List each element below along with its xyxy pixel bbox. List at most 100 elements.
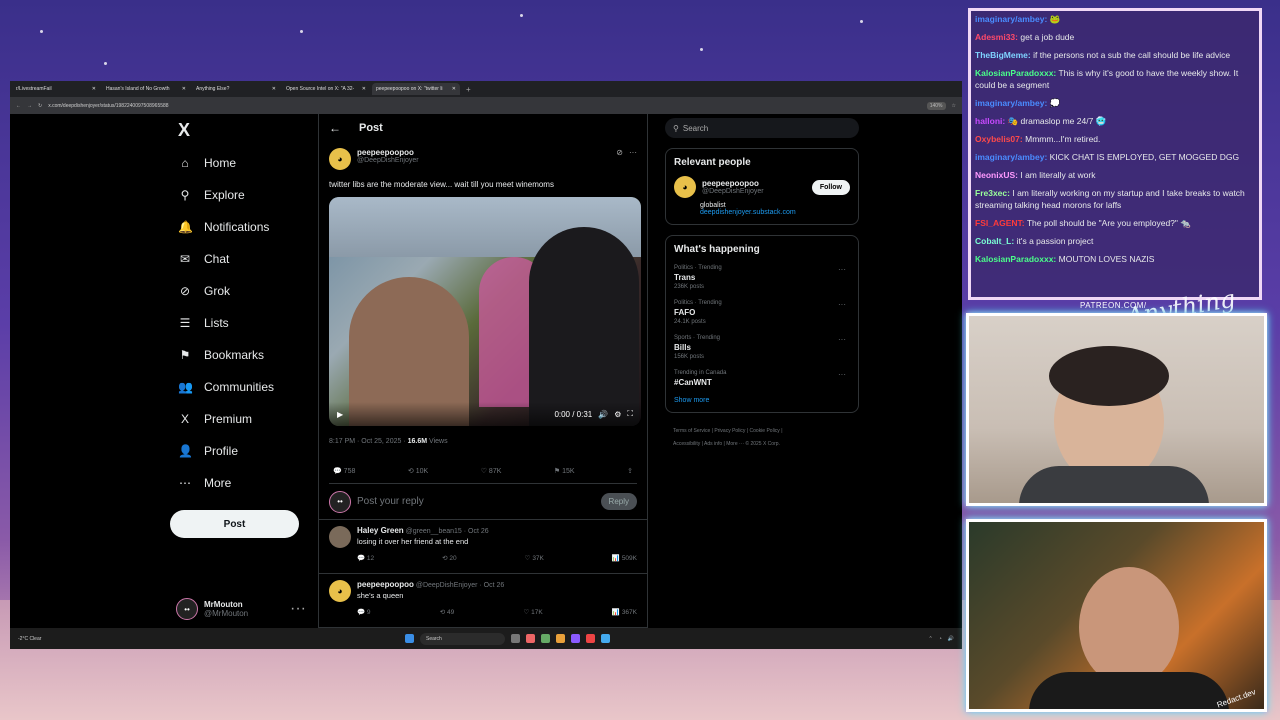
browser-tab[interactable]: Open Source Intel on X: "A 32- ✕ (282, 83, 370, 95)
chat-username[interactable]: KalosianParadoxxx: (975, 254, 1056, 264)
close-icon[interactable]: ✕ (182, 86, 186, 92)
nav-explore[interactable]: ⚲ Explore (178, 184, 245, 206)
tweet-author-name[interactable]: peepeepoopoo (357, 148, 419, 157)
chat-username[interactable]: KalosianParadoxxx: (975, 68, 1056, 78)
nav-profile[interactable]: 👤 Profile (178, 440, 238, 462)
chat-username[interactable]: imaginary/ambey: (975, 152, 1047, 162)
reply-input[interactable]: Post your reply (357, 496, 595, 507)
browser-tab[interactable]: Anything Else? ✕ (192, 83, 280, 95)
app-icon[interactable] (541, 634, 550, 643)
avatar[interactable]: ◕ (674, 176, 696, 198)
repost-action[interactable]: ⟲ 49 (440, 608, 455, 616)
file-explorer-icon[interactable] (556, 634, 565, 643)
nav-lists[interactable]: ☰ Lists (178, 312, 229, 334)
reload-icon[interactable]: ↻ (38, 103, 42, 109)
new-tab-icon[interactable]: + (466, 85, 471, 94)
app-icon[interactable] (601, 634, 610, 643)
reply-action[interactable]: 💬 9 (357, 608, 371, 616)
app-icon[interactable] (586, 634, 595, 643)
volume-icon[interactable]: 🔊 (598, 410, 608, 419)
nav-notifications[interactable]: 🔔 Notifications (178, 216, 269, 238)
url-field[interactable]: x.com/deepdishenjoyer/status/19822400975… (48, 103, 921, 109)
more-icon[interactable]: ··· (290, 600, 306, 618)
nav-grok[interactable]: ⊘ Grok (178, 280, 230, 302)
views-action[interactable]: 📊 509K (612, 554, 637, 562)
chat-username[interactable]: Cobalt_L: (975, 236, 1014, 246)
bookmark-action[interactable]: ⚑ 15K (554, 467, 575, 475)
taskbar-search[interactable]: Search (420, 632, 505, 645)
forward-icon[interactable]: → (27, 103, 32, 109)
browser-tab[interactable]: r/LivestreamFail ✕ (12, 83, 100, 95)
like-action[interactable]: ♡ 17K (523, 608, 542, 616)
browser-tab[interactable]: Hasan's Island of No Growth ✕ (102, 83, 190, 95)
play-icon[interactable]: ▶ (337, 410, 343, 419)
account-switcher[interactable]: •• MrMouton @MrMouton ··· (176, 596, 306, 622)
settings-icon[interactable]: ⚙ (614, 410, 621, 419)
repost-action[interactable]: ⟲ 10K (408, 467, 428, 475)
volume-icon[interactable]: 🔊 (948, 636, 954, 642)
back-icon[interactable]: ← (16, 103, 21, 109)
avatar[interactable]: ◕ (329, 580, 351, 602)
post-button[interactable]: Post (170, 510, 299, 538)
tweet-author-handle[interactable]: @DeepDishEnjoyer (357, 157, 419, 164)
app-icon[interactable] (571, 634, 580, 643)
tray-chevron-icon[interactable]: ⌃ (929, 636, 933, 642)
nav-chat[interactable]: ✉ Chat (178, 248, 229, 270)
chat-username[interactable]: NeonixUS: (975, 170, 1018, 180)
show-more-link[interactable]: Show more (674, 397, 850, 404)
chat-username[interactable]: Fre3xec: (975, 188, 1010, 198)
close-icon[interactable]: ✕ (92, 86, 96, 92)
browser-tab-active[interactable]: peepeepoopoo on X: "twitter li ✕ (372, 83, 460, 95)
reply-item[interactable]: Haley Green @green__bean15 · Oct 26 losi… (319, 520, 647, 574)
like-action[interactable]: ♡ 87K (481, 467, 502, 475)
share-icon[interactable]: ⇪ (627, 467, 633, 475)
reply-button[interactable]: Reply (600, 493, 637, 510)
x-logo[interactable]: X (178, 120, 190, 141)
chat-username[interactable]: Oxybelis07: (975, 134, 1023, 144)
nav-more[interactable]: ⋯ More (178, 472, 231, 494)
more-icon[interactable]: ··· (838, 265, 846, 274)
network-icon[interactable]: ◔ (939, 636, 942, 642)
search-input[interactable]: ⚲ Search (665, 118, 859, 138)
chat-username[interactable]: imaginary/ambey: (975, 98, 1047, 108)
avatar[interactable] (329, 526, 351, 548)
more-icon[interactable]: ··· (838, 300, 846, 309)
follow-button[interactable]: Follow (811, 179, 850, 195)
views-action[interactable]: 📊 367K (612, 608, 637, 616)
zoom-badge[interactable]: 140% (926, 101, 946, 110)
reply-item[interactable]: ◕ peepeepoopoo @DeepDishEnjoyer · Oct 26… (319, 574, 647, 628)
app-icon[interactable] (526, 634, 535, 643)
more-icon[interactable]: ··· (629, 148, 637, 157)
grok-icon[interactable]: ⊘ (616, 148, 623, 157)
more-icon[interactable]: ··· (838, 370, 846, 379)
close-icon[interactable]: ✕ (452, 86, 456, 92)
chat-username[interactable]: imaginary/ambey: (975, 14, 1047, 24)
chat-username[interactable]: TheBigMeme: (975, 50, 1031, 60)
trend-item[interactable]: Sports · Trending Bills 156K posts ··· (674, 335, 850, 360)
trend-item[interactable]: Politics · Trending Trans 236K posts ··· (674, 265, 850, 290)
close-icon[interactable]: ✕ (362, 86, 366, 92)
nav-communities[interactable]: 👥 Communities (178, 376, 274, 398)
more-icon[interactable]: ··· (838, 335, 846, 344)
chat-username[interactable]: halloni: (975, 116, 1005, 126)
trend-item[interactable]: Trending in Canada #CanWNT ··· (674, 370, 850, 387)
weather-widget[interactable]: -2°C Clear (10, 636, 50, 642)
chat-username[interactable]: Adesmi33: (975, 32, 1018, 42)
profile-link[interactable]: deepdishenjoyer.substack.com (700, 209, 850, 216)
back-arrow-icon[interactable]: ← (329, 121, 341, 135)
task-view-icon[interactable] (511, 634, 520, 643)
reply-action[interactable]: 💬 12 (357, 554, 374, 562)
nav-bookmarks[interactable]: ⚑ Bookmarks (178, 344, 264, 366)
chat-username[interactable]: FSI_AGENT: (975, 218, 1025, 228)
windows-start-icon[interactable] (405, 634, 414, 643)
video-player[interactable]: ▶ 0:00 / 0:31 🔊 ⚙ ⛶ (329, 197, 641, 426)
avatar[interactable]: ◕ (329, 148, 351, 170)
star-icon[interactable]: ☆ (952, 103, 956, 109)
trend-item[interactable]: Politics · Trending FAFO 24.1K posts ··· (674, 300, 850, 325)
nav-home[interactable]: ⌂ Home (178, 152, 236, 174)
nav-premium[interactable]: X Premium (178, 408, 252, 430)
reply-action[interactable]: 💬 758 (333, 467, 355, 475)
repost-action[interactable]: ⟲ 20 (442, 554, 457, 562)
fullscreen-icon[interactable]: ⛶ (627, 409, 633, 419)
close-icon[interactable]: ✕ (272, 86, 276, 92)
